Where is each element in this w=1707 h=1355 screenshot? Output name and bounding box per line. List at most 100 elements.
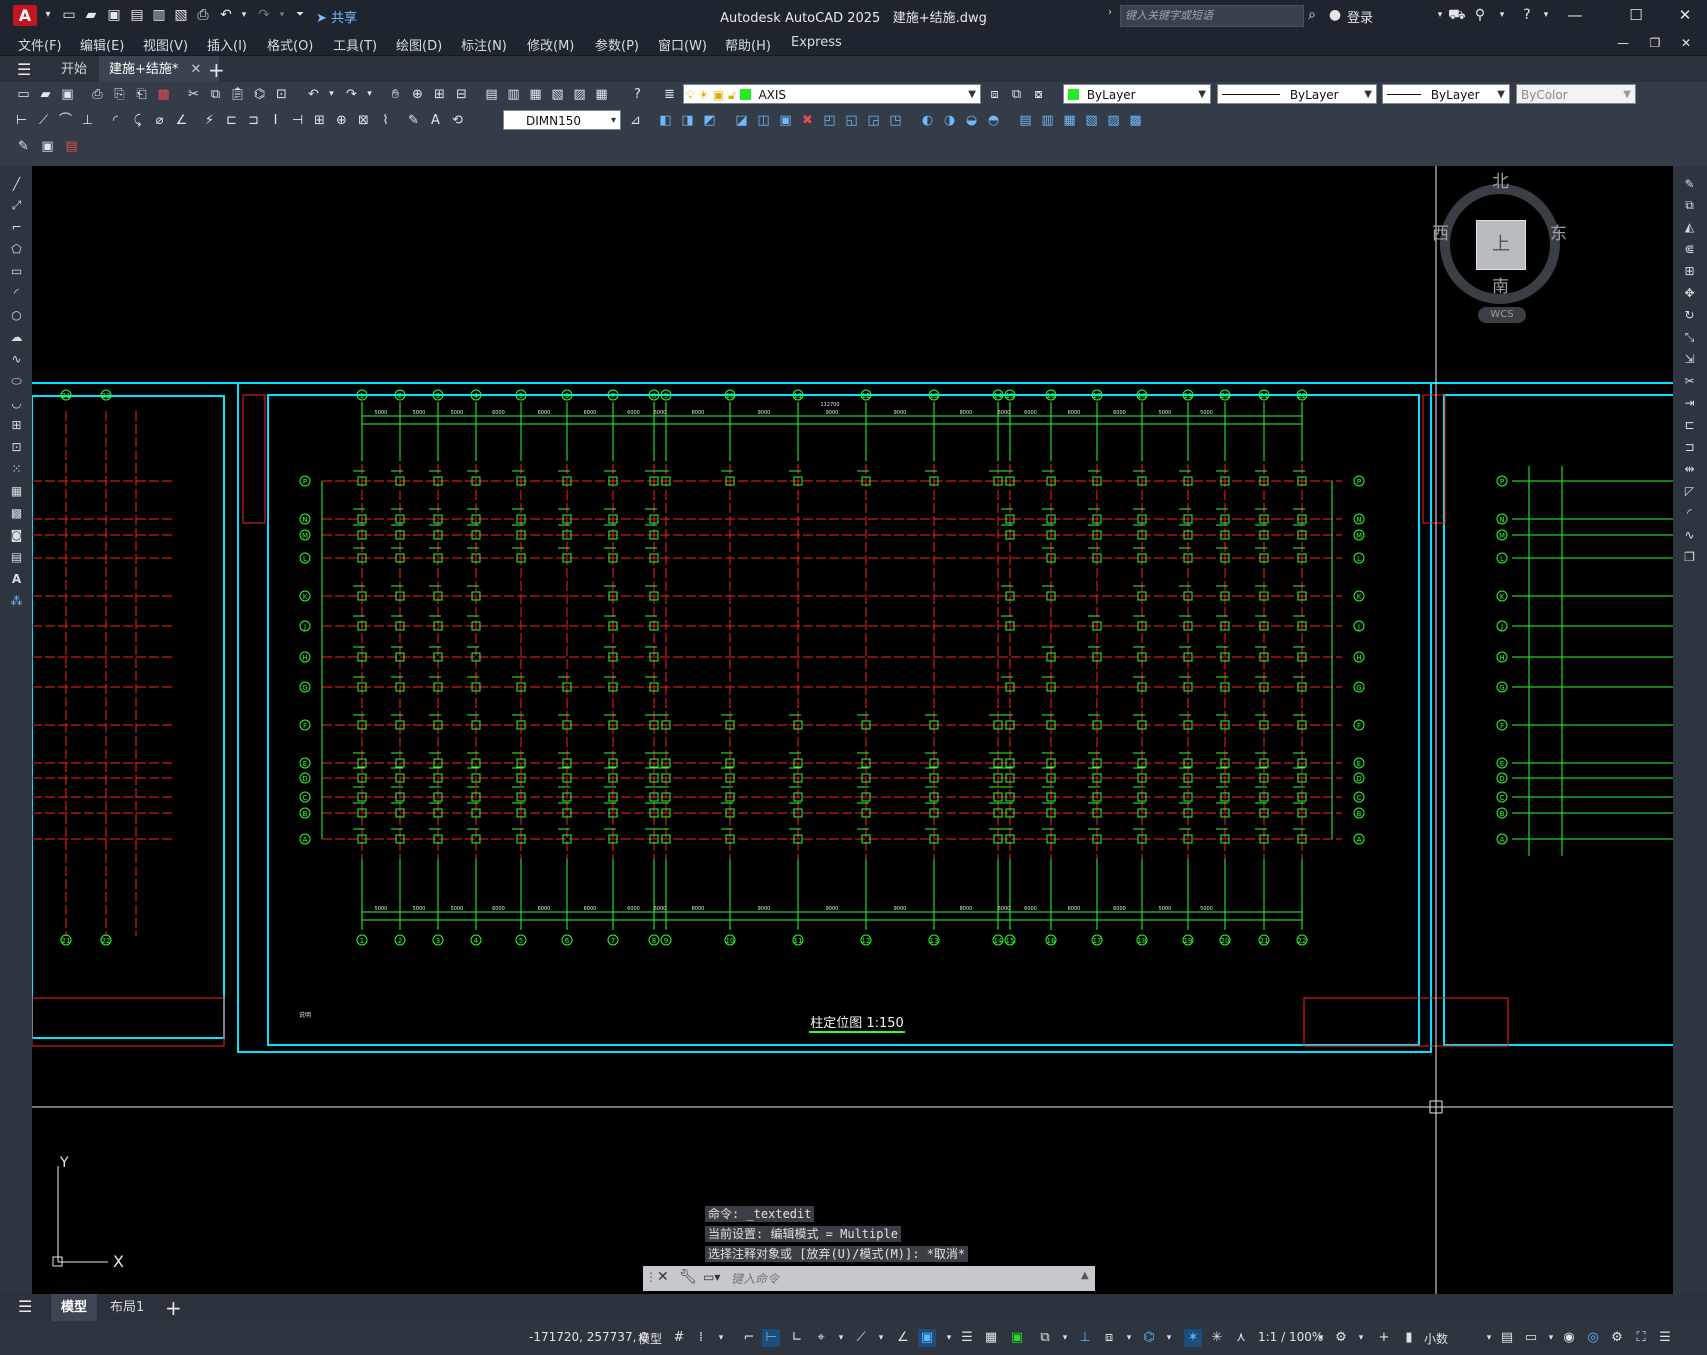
menu-dimension[interactable]: 标注(N)	[461, 35, 507, 54]
dim-radius-icon[interactable]: ◜	[106, 111, 125, 130]
save-as-icon[interactable]: ▤	[129, 7, 145, 23]
mtext-tool-icon[interactable]: A	[8, 571, 25, 588]
shell-icon[interactable]: ▥	[1038, 111, 1057, 130]
clean-screen-icon[interactable]: ⚙	[1608, 1329, 1626, 1347]
help-toolbar-icon[interactable]: ?	[628, 85, 647, 104]
construction-line-icon[interactable]: ⤢	[8, 197, 25, 214]
tab-layout1[interactable]: 布局1	[100, 1294, 154, 1321]
object-snap-tracking-icon[interactable]: ∠	[894, 1329, 912, 1347]
move-faces-icon[interactable]: ◫	[754, 111, 773, 130]
menu-file[interactable]: 文件(F)	[18, 35, 62, 54]
isodraft-icon[interactable]: ⟋	[852, 1329, 870, 1347]
circle-tool-icon[interactable]: ○	[8, 307, 25, 324]
polyline-tool-icon[interactable]: ⌐	[8, 219, 25, 236]
object-snap-dropdown-icon[interactable]: ▾	[940, 1329, 958, 1347]
plot-icon[interactable]: ⎙	[195, 7, 211, 23]
isolate-objects-icon[interactable]: ◉	[1560, 1329, 1578, 1347]
gizmo-icon[interactable]: ⌬	[1140, 1329, 1158, 1347]
new-layout-plus-icon[interactable]: +	[165, 1296, 182, 1320]
design-center-icon[interactable]: ▥	[504, 85, 523, 104]
dim-diameter-icon[interactable]: ⌀	[150, 111, 169, 130]
menu-help[interactable]: 帮助(H)	[725, 35, 771, 54]
close-button[interactable]: ✕	[1670, 5, 1700, 25]
plotstyle-dropdown[interactable]: ByColor ▼	[1516, 84, 1636, 104]
workspace-dropdown-icon[interactable]: ▾	[1352, 1329, 1370, 1347]
tab-active-drawing[interactable]: 建施+结施* ✕	[99, 56, 219, 83]
undo-icon[interactable]: ↶	[218, 7, 234, 23]
viewcube-west[interactable]: 西	[1432, 219, 1449, 244]
color-dropdown[interactable]: ByLayer ▼	[1063, 84, 1211, 104]
save-icon[interactable]: ▣	[106, 7, 122, 23]
inspection-icon[interactable]: ⊠	[354, 111, 373, 130]
transparency-toggle-icon[interactable]: ▦	[982, 1329, 1000, 1347]
qnew-icon[interactable]: ▭	[14, 85, 33, 104]
workspace-gear-icon[interactable]: ⚙	[1332, 1329, 1350, 1347]
check-solid-icon[interactable]: ▦	[1060, 111, 1079, 130]
arc-tool-icon[interactable]: ◜	[8, 285, 25, 302]
dim-continue-icon[interactable]: ⊐	[244, 111, 263, 130]
recent-commands-icon[interactable]: ▭▾	[703, 1270, 720, 1284]
copy-icon[interactable]: ⧉	[206, 85, 225, 104]
center-mark-icon[interactable]: ⊕	[332, 111, 351, 130]
markup-icon[interactable]: ▨	[570, 85, 589, 104]
point-tool-icon[interactable]: ⁙	[8, 461, 25, 478]
units-value[interactable]: 小数	[1424, 1330, 1448, 1347]
redo-toolbar-dropdown-icon[interactable]: ▾	[360, 85, 379, 104]
units-icon[interactable]: ▮	[1400, 1329, 1418, 1347]
open-icon[interactable]: ▰	[36, 85, 55, 104]
fillet-tool-icon[interactable]: ◜	[1681, 505, 1698, 522]
doc-minimize-button[interactable]: —	[1608, 33, 1638, 53]
annotation-scale-icon[interactable]: ⋏	[1232, 1329, 1250, 1347]
search-expand-icon[interactable]: ›	[1108, 7, 1112, 18]
sheetset-icon[interactable]: ▧	[548, 85, 567, 104]
dim-text-edit-icon[interactable]: A	[426, 111, 445, 130]
text-edit-tool-icon[interactable]: ✎	[14, 137, 33, 156]
undo-toolbar-dropdown-icon[interactable]: ▾	[322, 85, 341, 104]
model-space-toggle[interactable]: 模型	[638, 1330, 662, 1347]
dim-space-icon[interactable]: I	[266, 111, 285, 130]
rotate-tool-icon[interactable]: ↻	[1681, 307, 1698, 324]
snap-dropdown-icon[interactable]: ▾	[712, 1329, 730, 1347]
redo-icon[interactable]: ↷	[256, 7, 272, 23]
dynamic-input-icon[interactable]: ⊢	[762, 1329, 780, 1347]
lineweight-toggle-icon[interactable]: ☰	[958, 1329, 976, 1347]
layer-state-icon[interactable]: ⧇	[1029, 85, 1048, 104]
undo-dropdown-icon[interactable]: ▾	[236, 7, 252, 23]
grid-display-icon[interactable]: #	[670, 1329, 688, 1347]
line-tool-icon[interactable]: ╱	[8, 176, 25, 193]
solid-subtract-icon[interactable]: ◨	[678, 111, 697, 130]
dim-break-icon[interactable]: ⊣	[288, 111, 307, 130]
undo-toolbar-icon[interactable]: ↶	[304, 85, 323, 104]
viewcube-east[interactable]: 东	[1550, 219, 1567, 244]
menu-parametric[interactable]: 参数(P)	[595, 35, 639, 54]
blend-curves-icon[interactable]: ∿	[1681, 527, 1698, 544]
gizmo-dropdown-icon[interactable]: ▾	[1160, 1329, 1178, 1347]
menu-tools[interactable]: 工具(T)	[333, 35, 377, 54]
ellipse-tool-icon[interactable]: ⬭	[8, 373, 25, 390]
isodraft-dropdown-icon[interactable]: ▾	[872, 1329, 890, 1347]
3d-osnap-icon[interactable]: ⧉	[1036, 1329, 1054, 1347]
save-toolbar-icon[interactable]: ▣	[58, 85, 77, 104]
lock-ui-dropdown-icon[interactable]: ▾	[1542, 1329, 1560, 1347]
properties-icon[interactable]: ▤	[482, 85, 501, 104]
viewcube-north[interactable]: 北	[1492, 167, 1509, 192]
rotate-faces-icon[interactable]: ◰	[820, 111, 839, 130]
spline-tool-icon[interactable]: ∿	[8, 351, 25, 368]
imprint-icon[interactable]: ◒	[962, 111, 981, 130]
app-menu-dropdown-icon[interactable]: ▾	[40, 7, 56, 23]
matchprop-icon[interactable]: ⌬	[250, 85, 269, 104]
layer-dropdown[interactable]: 💡︎ ☀ ▣ 🔓︎ AXIS ▼	[683, 84, 981, 104]
break-tool-icon[interactable]: ⊐	[1681, 439, 1698, 456]
lock-ui-icon[interactable]: ▭	[1522, 1329, 1540, 1347]
extrude-faces-icon[interactable]: ◪	[732, 111, 751, 130]
menu-modify[interactable]: 修改(M)	[527, 35, 574, 54]
offset-faces-icon[interactable]: ▣	[776, 111, 795, 130]
trim-tool-icon[interactable]: ✂	[1681, 373, 1698, 390]
command-customize-wrench-icon[interactable]: 🔧︎	[679, 1269, 697, 1285]
dim-edit-icon[interactable]: ✎	[404, 111, 423, 130]
slice-icon[interactable]: ▧	[1082, 111, 1101, 130]
open-folder-icon[interactable]: ▰	[83, 7, 99, 23]
table-tool-icon[interactable]: ▤	[8, 549, 25, 566]
snap-mode-icon[interactable]: ⁞	[692, 1329, 710, 1347]
hatch-tool-icon[interactable]: ▦	[8, 483, 25, 500]
